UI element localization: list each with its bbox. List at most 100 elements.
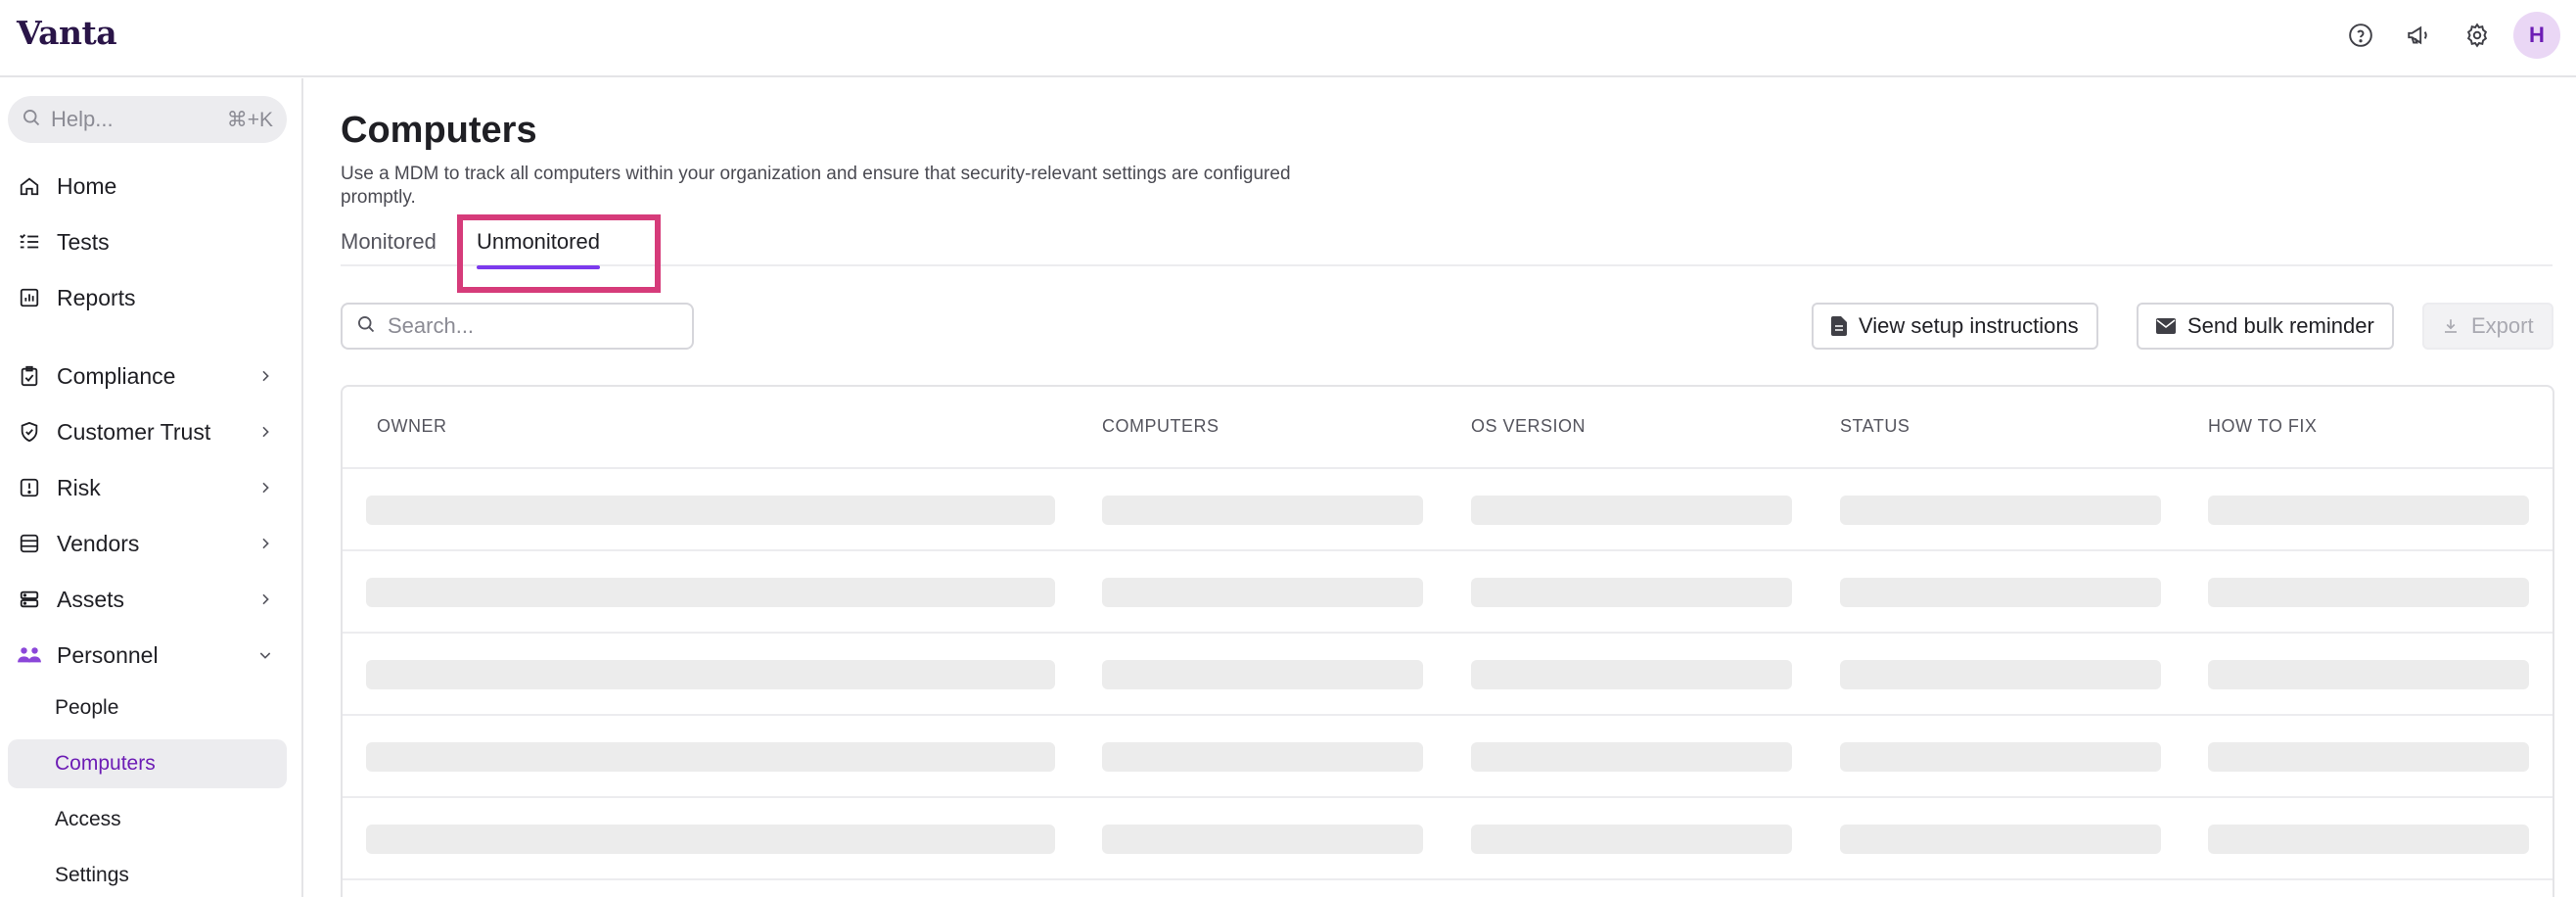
server-icon xyxy=(16,586,43,613)
sidebar-item-vendors[interactable]: Vendors xyxy=(8,520,287,567)
sidebar-item-label: Reports xyxy=(57,284,136,310)
top-bar: Vanta H xyxy=(0,0,2576,77)
chevron-right-icon xyxy=(252,362,279,390)
column-header-owner[interactable]: OWNER xyxy=(377,416,447,437)
loading-skeleton xyxy=(1840,578,2161,607)
main-content: Computers Use a MDM to track all compute… xyxy=(304,78,2576,897)
page-description: Use a MDM to track all computers within … xyxy=(341,164,1291,208)
table-header: OWNER COMPUTERS OS VERSION STATUS HOW TO… xyxy=(343,387,2553,469)
sidebar-item-label: Risk xyxy=(57,474,101,500)
chevron-right-icon xyxy=(252,530,279,557)
vanta-logo[interactable]: Vanta xyxy=(17,14,117,52)
loading-skeleton xyxy=(366,660,1055,689)
people-icon xyxy=(16,641,43,669)
computers-table: OWNER COMPUTERS OS VERSION STATUS HOW TO… xyxy=(341,385,2554,897)
loading-skeleton xyxy=(2208,742,2529,772)
envelope-icon xyxy=(2156,318,2176,334)
loading-skeleton xyxy=(2208,578,2529,607)
sidebar-item-reports[interactable]: Reports xyxy=(8,274,287,321)
document-icon xyxy=(1831,316,1847,336)
gear-icon[interactable] xyxy=(2460,18,2495,53)
sidebar-item-personnel[interactable]: Personnel xyxy=(8,632,287,679)
chart-icon xyxy=(16,284,43,311)
column-header-how-to-fix[interactable]: HOW TO FIX xyxy=(2208,416,2317,437)
search-field[interactable] xyxy=(388,313,671,339)
chevron-right-icon xyxy=(252,474,279,501)
loading-skeleton xyxy=(1102,660,1423,689)
help-search-input[interactable]: Help... ⌘+K xyxy=(8,96,287,143)
table-row xyxy=(343,716,2553,798)
keyboard-shortcut: ⌘+K xyxy=(226,108,273,131)
page-title: Computers xyxy=(341,110,537,151)
shield-icon xyxy=(16,418,43,446)
sidebar-item-label: Home xyxy=(57,172,117,199)
loading-skeleton xyxy=(1471,496,1792,525)
loading-skeleton xyxy=(1102,496,1423,525)
column-header-status[interactable]: STATUS xyxy=(1840,416,1909,437)
sidebar-item-label: Compliance xyxy=(57,362,176,389)
tab-monitored[interactable]: Monitored xyxy=(341,229,437,255)
chevron-down-icon xyxy=(252,641,279,669)
button-label: Send bulk reminder xyxy=(2187,313,2374,338)
sidebar-item-label: Customer Trust xyxy=(57,418,211,445)
loading-skeleton xyxy=(1840,660,2161,689)
highlight-annotation xyxy=(457,214,661,293)
chevron-right-icon xyxy=(252,418,279,446)
table-row xyxy=(343,469,2553,551)
loading-skeleton xyxy=(1102,578,1423,607)
table-row xyxy=(343,634,2553,716)
loading-skeleton xyxy=(1840,496,2161,525)
loading-skeleton xyxy=(1102,825,1423,854)
sidebar-item-label: Personnel xyxy=(57,641,159,668)
search-input[interactable] xyxy=(341,303,694,350)
loading-skeleton xyxy=(1471,578,1792,607)
loading-skeleton xyxy=(366,825,1055,854)
home-icon xyxy=(16,172,43,200)
sidebar-item-customer-trust[interactable]: Customer Trust xyxy=(8,408,287,455)
megaphone-icon[interactable] xyxy=(2401,18,2436,53)
alert-icon xyxy=(16,474,43,501)
sidebar-item-assets[interactable]: Assets xyxy=(8,576,287,623)
sidebar-item-risk[interactable]: Risk xyxy=(8,464,287,511)
clipboard-icon xyxy=(16,362,43,390)
loading-skeleton xyxy=(1102,742,1423,772)
export-button[interactable]: Export xyxy=(2422,303,2553,350)
tab-label: Monitored xyxy=(341,229,437,254)
column-header-computers[interactable]: COMPUTERS xyxy=(1102,416,1219,437)
sidebar-subitem-settings[interactable]: Settings xyxy=(8,851,287,897)
loading-skeleton xyxy=(366,742,1055,772)
database-icon xyxy=(16,530,43,557)
view-setup-instructions-button[interactable]: View setup instructions xyxy=(1812,303,2098,350)
search-icon xyxy=(22,108,41,132)
column-header-os-version[interactable]: OS VERSION xyxy=(1471,416,1586,437)
loading-skeleton xyxy=(1840,742,2161,772)
loading-skeleton xyxy=(1840,825,2161,854)
send-bulk-reminder-button[interactable]: Send bulk reminder xyxy=(2137,303,2394,350)
table-row xyxy=(343,798,2553,880)
help-circle-icon[interactable] xyxy=(2343,18,2378,53)
loading-skeleton xyxy=(1471,660,1792,689)
sidebar-item-compliance[interactable]: Compliance xyxy=(8,353,287,400)
loading-skeleton xyxy=(1471,825,1792,854)
checklist-icon xyxy=(16,228,43,256)
button-label: Export xyxy=(2471,313,2534,338)
loading-skeleton xyxy=(366,496,1055,525)
loading-skeleton xyxy=(2208,825,2529,854)
sidebar-subitem-people[interactable]: People xyxy=(8,684,287,732)
sidebar-subitem-access[interactable]: Access xyxy=(8,795,287,844)
loading-skeleton xyxy=(2208,660,2529,689)
sidebar-item-tests[interactable]: Tests xyxy=(8,218,287,265)
loading-skeleton xyxy=(366,578,1055,607)
sidebar-item-label: Tests xyxy=(57,228,110,255)
help-search-placeholder: Help... xyxy=(51,107,114,131)
sidebar-item-label: Vendors xyxy=(57,530,140,556)
loading-skeleton xyxy=(2208,496,2529,525)
sidebar-item-home[interactable]: Home xyxy=(8,163,287,210)
sidebar-subitem-computers[interactable]: Computers xyxy=(8,739,287,788)
avatar[interactable]: H xyxy=(2513,12,2560,59)
button-label: View setup instructions xyxy=(1859,313,2079,338)
sidebar-item-label: Assets xyxy=(57,586,125,612)
sidebar: Help... ⌘+K Home Tests Reports Complianc… xyxy=(0,78,303,897)
table-row xyxy=(343,551,2553,634)
chevron-right-icon xyxy=(252,586,279,613)
